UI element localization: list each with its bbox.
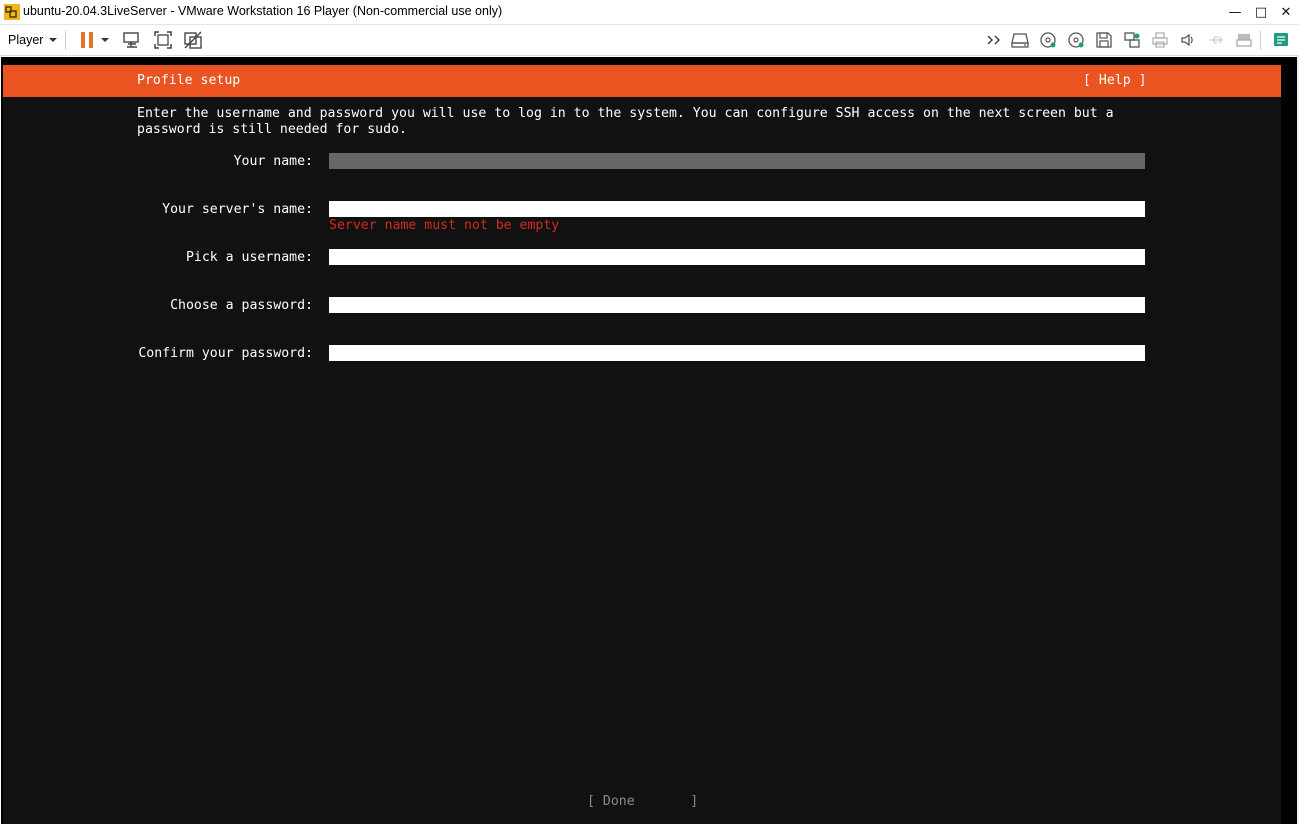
cd-dvd-2-icon[interactable] — [1066, 30, 1086, 50]
minimize-button[interactable]: — — [1222, 0, 1248, 25]
your-name-label: Your name: — [233, 154, 313, 169]
send-ctrl-alt-del-icon[interactable] — [122, 30, 142, 50]
password-input[interactable] — [329, 297, 1145, 313]
vmware-app-icon — [4, 4, 20, 20]
network-adapter-icon[interactable] — [1122, 30, 1142, 50]
server-name-error: Server name must not be empty — [329, 218, 560, 233]
done-button[interactable]: [ Done ] — [587, 794, 698, 809]
hard-disk-icon[interactable] — [1010, 30, 1030, 50]
server-name-label: Your server's name: — [162, 202, 313, 217]
vmware-toolbar: Player — [0, 25, 1299, 56]
intro-line-2: password is still needed for sudo. — [137, 122, 407, 137]
window-title: ubuntu-20.04.3LiveServer - VMware Workst… — [23, 4, 503, 18]
toolbar-divider-right — [1260, 31, 1261, 50]
vm-display[interactable]: Profile setup [ Help ] Enter the usernam… — [1, 57, 1298, 824]
player-menu-button[interactable]: Player — [4, 29, 61, 51]
installer-title: Profile setup — [137, 73, 241, 88]
help-button[interactable]: [ Help ] — [1083, 73, 1147, 88]
confirm-password-label: Confirm your password: — [138, 346, 313, 361]
server-name-input[interactable] — [329, 201, 1145, 217]
close-button[interactable]: ✕ — [1273, 0, 1299, 25]
confirm-password-input[interactable] — [329, 345, 1145, 361]
window-title-bar: ubuntu-20.04.3LiveServer - VMware Workst… — [0, 0, 1299, 25]
display-icon[interactable] — [1234, 30, 1254, 50]
pause-icon[interactable] — [77, 30, 97, 50]
intro-text: Enter the username and password you will… — [137, 106, 1147, 138]
message-log-icon[interactable] — [1271, 30, 1291, 50]
installer-console: Profile setup [ Help ] Enter the usernam… — [3, 65, 1281, 824]
pause-dropdown-icon[interactable] — [98, 30, 112, 50]
chevron-down-icon — [49, 38, 58, 42]
installer-header: Profile setup [ Help ] — [3, 65, 1281, 97]
player-menu-label: Player — [8, 33, 44, 47]
intro-line-1: Enter the username and password you will… — [137, 106, 1114, 121]
maximize-button[interactable]: □ — [1248, 0, 1274, 25]
printer-icon[interactable] — [1150, 30, 1170, 50]
usb-icon[interactable] — [1206, 30, 1226, 50]
unity-icon[interactable] — [183, 30, 203, 50]
username-input[interactable] — [329, 249, 1145, 265]
full-screen-icon[interactable] — [153, 30, 173, 50]
cd-dvd-icon[interactable] — [1038, 30, 1058, 50]
username-label: Pick a username: — [185, 250, 313, 265]
password-label: Choose a password: — [170, 298, 313, 313]
floppy-icon[interactable] — [1094, 30, 1114, 50]
your-name-input[interactable] — [329, 153, 1145, 169]
sound-card-icon[interactable] — [1178, 30, 1198, 50]
more-icon[interactable] — [985, 30, 1005, 50]
toolbar-divider — [65, 31, 66, 50]
